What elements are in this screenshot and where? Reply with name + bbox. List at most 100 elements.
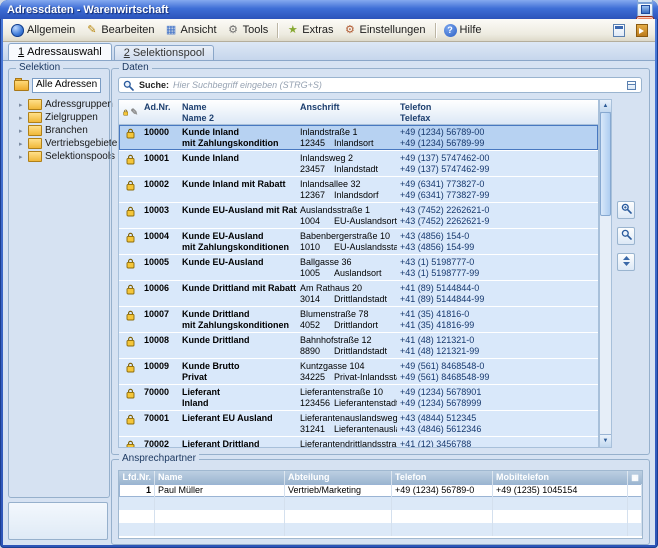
table-row[interactable]: 70000LieferantInlandLieferantenstraße 10… (119, 385, 598, 411)
table-row[interactable]: 10005Kunde EU-AuslandBallgasse 361005Aus… (119, 255, 598, 281)
tree-item-adressgruppen[interactable]: ▸Adressgruppen (9, 98, 109, 111)
city-line: 31241Lieferantenauslandsort (300, 424, 394, 435)
lock-icon (119, 437, 141, 448)
expander-icon[interactable]: ▸ (19, 114, 25, 122)
magnifier-plus-button[interactable] (617, 201, 635, 219)
pin-icon[interactable] (637, 3, 653, 17)
table-row[interactable]: 70001Lieferant EU AuslandLieferantenausl… (119, 411, 598, 437)
contact-mobil-cell: +49 (1235) 1045154 (493, 484, 628, 497)
toolbar-calculator-button[interactable] (610, 22, 628, 39)
expander-icon[interactable]: ▸ (19, 127, 25, 135)
tree-item-vertriebsgebiete[interactable]: ▸Vertriebsgebiete (9, 137, 109, 150)
search-options-button[interactable] (625, 79, 638, 92)
street-line: Inlandsallee 32 (300, 179, 394, 190)
menu-label: Bearbeiten (101, 24, 154, 36)
table-row[interactable]: 10003Kunde EU-Ausland mit RabattAuslands… (119, 203, 598, 229)
client-area: Selektion Alle Adressen ▸Adressgruppen▸Z… (3, 61, 655, 545)
group-icon (28, 99, 42, 110)
table-row[interactable]: 10000Kunde Inlandmit ZahlungskonditionIn… (119, 125, 598, 151)
city: EU-Auslandsstadt (334, 242, 397, 252)
telefon-line: +49 (1234) 5678901 (400, 387, 595, 398)
selektion-pool-panel[interactable] (8, 502, 108, 540)
adnr-cell: 10006 (141, 281, 179, 306)
table-row[interactable]: 10007Kunde Drittlandmit Zahlungskonditio… (119, 307, 598, 333)
name-line: Kunde Brutto (182, 361, 294, 372)
contact-abteilung-cell: Vertrieb/Marketing (285, 484, 392, 497)
contact-telefon-cell (392, 497, 493, 510)
tab-adressauswahl[interactable]: 1Adressauswahl (8, 43, 112, 60)
menu-allgemein[interactable]: Allgemein (7, 22, 81, 39)
table-row[interactable]: 10004Kunde EU-Auslandmit Zahlungskonditi… (119, 229, 598, 255)
telefon-line: +49 (561) 8468548-0 (400, 361, 595, 372)
telefon-cell: +43 (4844) 512345+43 (4846) 5612346 (397, 411, 598, 436)
menubar: Allgemein✎Bearbeiten▦Ansicht⚙Tools ★Extra… (3, 19, 655, 42)
col-contact-telefon[interactable]: Telefon (392, 471, 493, 484)
table-row[interactable]: 10001Kunde InlandInlandsweg 223457Inland… (119, 151, 598, 177)
scroll-down-arrow-icon[interactable]: ▼ (600, 434, 611, 447)
magnifier-button[interactable] (617, 227, 635, 245)
tree-item-selektionspools[interactable]: ▸Selektionspools (9, 150, 109, 163)
menu-ansicht[interactable]: ▦Ansicht (161, 22, 223, 39)
menu-extras[interactable]: ★Extras (282, 22, 339, 39)
name-cell: Kunde EU-Ausland mit Rabatt (179, 203, 297, 228)
telefax-line: +41 (48) 121321-99 (400, 346, 595, 357)
scrollbar-thumb[interactable] (600, 112, 611, 216)
table-row[interactable]: 10006Kunde Drittland mit RabattAm Rathau… (119, 281, 598, 307)
telefax-line: +49 (1234) 5678999 (400, 398, 595, 409)
sort-button[interactable] (617, 253, 635, 271)
col-contact-name[interactable]: Name (155, 471, 285, 484)
expander-icon[interactable]: ▸ (19, 153, 25, 161)
menu-hilfe[interactable]: Hilfe (440, 22, 488, 39)
expander-icon[interactable]: ▸ (19, 101, 25, 109)
name-line: Lieferant EU Ausland (182, 413, 294, 424)
col-telefon[interactable]: TelefonTelefax (397, 100, 598, 124)
sort-icon (622, 253, 631, 271)
menu-separator (277, 23, 279, 38)
column-options-icon[interactable]: ▦ (628, 471, 642, 484)
zip: 3014 (300, 294, 334, 305)
contact-row[interactable] (119, 523, 642, 536)
contact-row[interactable] (119, 510, 642, 523)
toolbar-exit-button[interactable] (633, 22, 651, 39)
name-line: Kunde Drittland (182, 309, 294, 320)
tab-selektionspool[interactable]: 2Selektionspool (114, 45, 215, 60)
contact-name-cell (155, 510, 285, 523)
zip: 12367 (300, 190, 334, 201)
adnr-cell: 10008 (141, 333, 179, 358)
col-name[interactable]: NameName 2 (179, 100, 297, 124)
menu-tools[interactable]: ⚙Tools (223, 22, 275, 39)
col-abteilung[interactable]: Abteilung (285, 471, 392, 484)
street-line: Inlandstraße 1 (300, 127, 394, 138)
tree-item-zielgruppen[interactable]: ▸Zielgruppen (9, 111, 109, 124)
tree-root-alle-adressen[interactable]: Alle Adressen (14, 78, 106, 93)
contact-icon-cell (628, 484, 642, 497)
anschrift-cell: Am Rathaus 203014Drittlandstadt (297, 281, 397, 306)
col-mobiltelefon[interactable]: Mobiltelefon (493, 471, 628, 484)
name-line: Kunde Drittland mit Rabatt (182, 283, 294, 294)
contact-row[interactable] (119, 497, 642, 510)
zip: 12345 (300, 138, 334, 149)
col-adnr[interactable]: Ad.Nr. (141, 100, 179, 124)
table-scrollbar[interactable]: ▲ ▼ (599, 99, 612, 448)
contact-name-cell (155, 497, 285, 510)
table-row[interactable]: 10002Kunde Inland mit RabattInlandsallee… (119, 177, 598, 203)
menu-bearbeiten[interactable]: ✎Bearbeiten (81, 22, 160, 39)
anschrift-cell: Ballgasse 361005Auslandsort (297, 255, 397, 280)
lock-icon (119, 333, 141, 358)
table-row[interactable]: 70002Lieferant DrittlandLieferantendritt… (119, 437, 598, 448)
table-row[interactable]: 10008Kunde DrittlandBahnhofstraße 128890… (119, 333, 598, 359)
col-anschrift[interactable]: Anschrift (297, 100, 397, 124)
contact-mobil-cell (493, 510, 628, 523)
adnr-cell: 10007 (141, 307, 179, 332)
tree-item-label: Adressgruppen (45, 99, 113, 110)
col-lfdnr[interactable]: Lfd.Nr. (119, 471, 155, 484)
city-line: 12367Inlandsdorf (300, 190, 394, 201)
expander-icon[interactable]: ▸ (19, 140, 25, 148)
tree-item-branchen[interactable]: ▸Branchen (9, 124, 109, 137)
search-input[interactable]: Suche: Hier Suchbegriff eingeben (STRG+S… (118, 77, 642, 93)
contact-row[interactable]: 1Paul MüllerVertrieb/Marketing+49 (1234)… (119, 484, 642, 497)
table-row[interactable]: 10009Kunde BruttoPrivatKuntzgasse 104342… (119, 359, 598, 385)
tab-label: Selektionspool (133, 47, 205, 59)
header-icon-cell[interactable]: ✎ (119, 100, 141, 124)
menu-einstellungen[interactable]: ⚙Einstellungen (339, 22, 431, 39)
